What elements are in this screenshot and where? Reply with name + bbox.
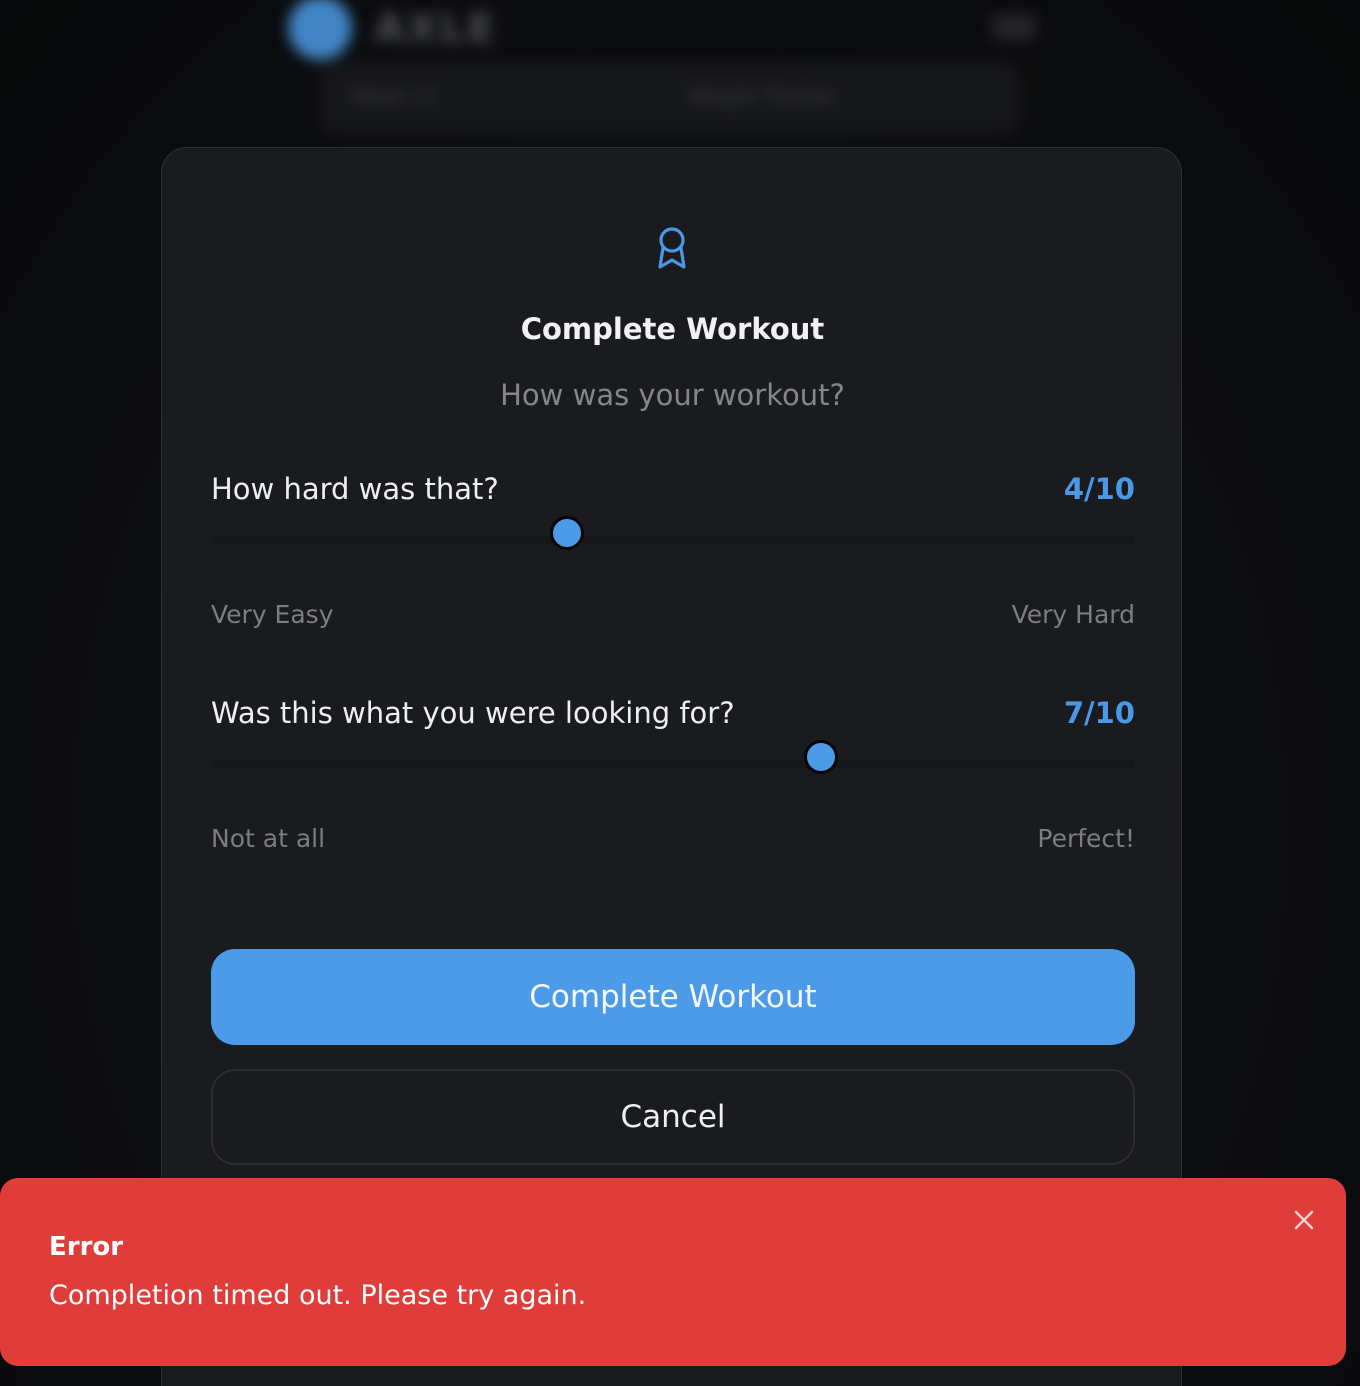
- modal-subtitle: How was your workout?: [500, 378, 845, 412]
- complete-workout-button[interactable]: Complete Workout: [211, 949, 1135, 1045]
- cancel-button[interactable]: Cancel: [211, 1069, 1135, 1165]
- background-app-header: AXLE Week 12 Weight Tracker: [270, 0, 1060, 140]
- difficulty-slider-group: How hard was that? 4/10 Very Easy Very H…: [211, 472, 1135, 652]
- difficulty-min-label: Very Easy: [211, 600, 334, 629]
- difficulty-value: 4/10: [1063, 472, 1135, 506]
- toast-message: Completion timed out. Please try again.: [49, 1280, 587, 1311]
- difficulty-question: How hard was that?: [211, 472, 499, 506]
- close-icon[interactable]: [1290, 1206, 1318, 1234]
- toast-title: Error: [49, 1232, 124, 1262]
- modal-title: Complete Workout: [520, 312, 825, 346]
- satisfaction-value: 7/10: [1063, 696, 1135, 730]
- award-icon: [658, 227, 686, 269]
- satisfaction-min-label: Not at all: [211, 824, 326, 853]
- satisfaction-slider-thumb[interactable]: [804, 740, 838, 774]
- difficulty-max-label: Very Hard: [1011, 600, 1135, 629]
- satisfaction-max-label: Perfect!: [1037, 824, 1135, 853]
- satisfaction-slider-track[interactable]: [211, 760, 1135, 768]
- header-badge: [992, 14, 1036, 40]
- background-tab-bar: Week 12 Weight Tracker: [320, 62, 1020, 134]
- satisfaction-question: Was this what you were looking for?: [211, 696, 735, 730]
- workout-app-page: AXLE Week 12 Weight Tracker Complete Wor…: [0, 0, 1360, 1386]
- difficulty-slider-thumb[interactable]: [550, 516, 584, 550]
- difficulty-slider-track[interactable]: [211, 536, 1135, 544]
- satisfaction-slider-group: Was this what you were looking for? 7/10…: [211, 696, 1135, 876]
- app-logo: [288, 0, 352, 60]
- error-toast: Error Completion timed out. Please try a…: [0, 1178, 1346, 1366]
- background-tab-weight: Weight Tracker: [688, 84, 837, 108]
- app-brand-name: AXLE: [374, 6, 497, 52]
- background-tab-week: Week 12: [350, 84, 437, 108]
